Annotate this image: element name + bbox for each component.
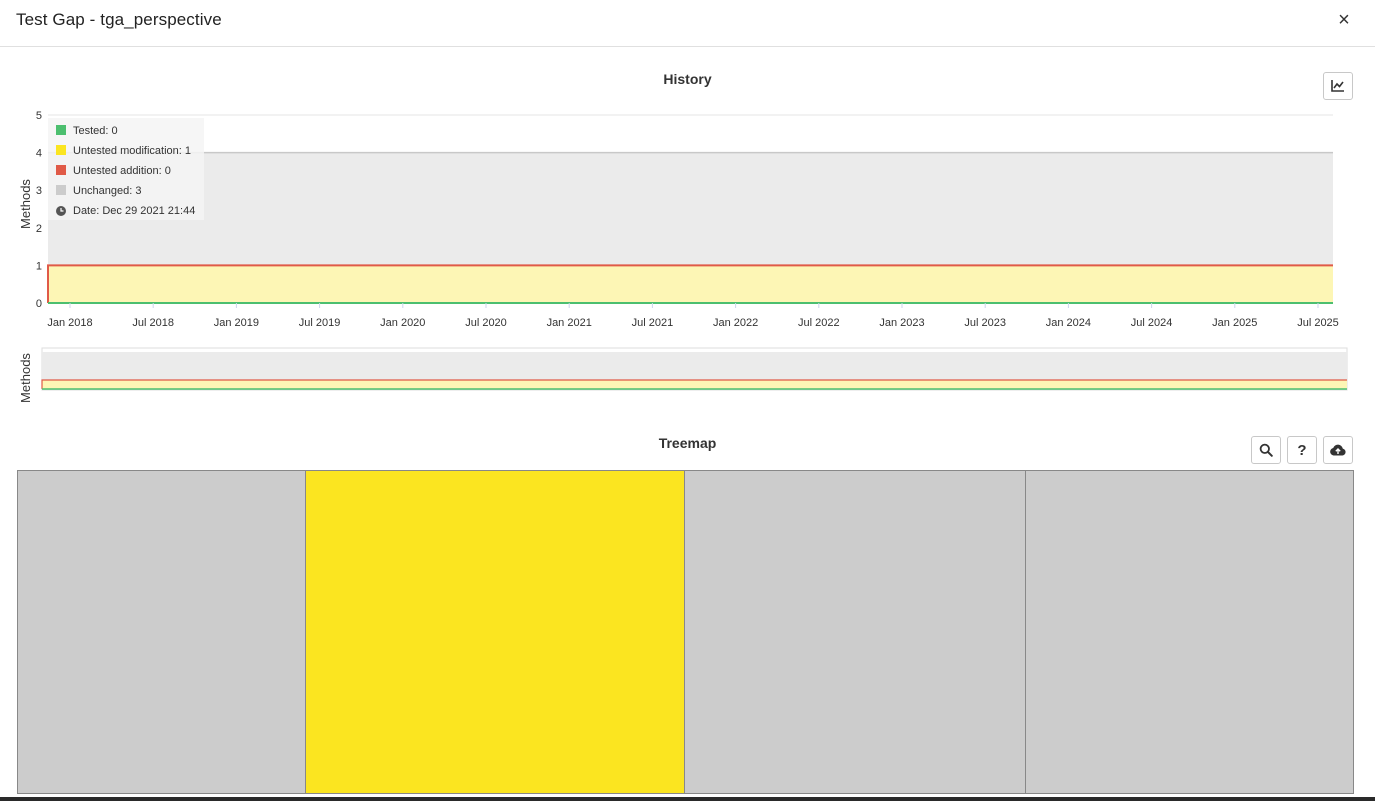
x-tick-label: Jan 2021 xyxy=(547,317,592,329)
y-tick-label: 3 xyxy=(36,185,42,197)
navigator-y-axis-label: Methods xyxy=(18,353,33,403)
series-area-untested-modification xyxy=(48,265,1333,303)
history-title: History xyxy=(663,71,712,87)
x-tick-label: Jul 2020 xyxy=(465,317,507,329)
y-tick-label: 4 xyxy=(36,148,42,160)
search-button[interactable] xyxy=(1251,436,1281,464)
x-tick-label: Jul 2022 xyxy=(798,317,840,329)
tooltip-row: Unchanged: 3 xyxy=(73,185,142,197)
help-button[interactable]: ? xyxy=(1287,436,1317,464)
y-tick-label: 0 xyxy=(36,298,42,310)
close-button[interactable]: × xyxy=(1333,9,1355,31)
legend-swatch xyxy=(56,165,66,175)
x-tick-label: Jan 2024 xyxy=(1046,317,1091,329)
x-tick-label: Jul 2018 xyxy=(132,317,174,329)
navigator[interactable] xyxy=(41,347,1348,391)
x-tick-label: Jul 2019 xyxy=(299,317,341,329)
chart-type-button[interactable] xyxy=(1323,72,1353,100)
series-area-unchanged xyxy=(48,152,1333,266)
y-tick-label: 1 xyxy=(36,260,42,272)
dialog-header: Test Gap - tga_perspective × xyxy=(0,0,1375,47)
navigator-area-unchanged xyxy=(42,352,1347,380)
tooltip-row: Untested modification: 1 xyxy=(73,145,191,157)
search-icon xyxy=(1259,443,1273,457)
x-tick-label: Jan 2025 xyxy=(1212,317,1257,329)
treemap-cell-untested-modification[interactable] xyxy=(305,471,686,793)
x-tick-label: Jan 2018 xyxy=(47,317,92,329)
chart-tooltip: Tested: 0 Untested modification: 1 Unteste… xyxy=(48,118,204,220)
y-axis-label: Methods xyxy=(18,179,33,229)
x-tick-label: Jul 2025 xyxy=(1297,317,1339,329)
dialog-title: Test Gap - tga_perspective xyxy=(16,10,222,29)
y-tick-label: 5 xyxy=(36,110,42,122)
cloud-upload-icon xyxy=(1330,444,1346,456)
line-chart-icon xyxy=(1331,80,1344,92)
x-tick-label: Jan 2019 xyxy=(214,317,259,329)
navigator-area-untested-modification xyxy=(42,380,1347,389)
x-tick-label: Jul 2021 xyxy=(632,317,674,329)
help-icon: ? xyxy=(1297,441,1307,459)
treemap-cell-unchanged[interactable] xyxy=(18,471,306,793)
tooltip-date: Date: Dec 29 2021 21:44 xyxy=(73,205,195,217)
x-tick-label: Jan 2023 xyxy=(879,317,924,329)
treemap[interactable] xyxy=(17,470,1354,794)
legend-swatch xyxy=(56,125,66,135)
treemap-title: Treemap xyxy=(658,435,717,451)
tooltip-row: Tested: 0 xyxy=(73,125,118,137)
history-chart[interactable]: 0 1 2 3 4 5 Jan 2018 Jul 2018 Jan 2019 Jul 2019 J… xyxy=(0,100,1375,410)
x-tick-label: Jul 2023 xyxy=(964,317,1006,329)
legend-swatch xyxy=(56,145,66,155)
upload-button[interactable] xyxy=(1323,436,1353,464)
treemap-cell-unchanged[interactable] xyxy=(685,471,1027,793)
y-tick-label: 2 xyxy=(36,223,42,235)
bottom-border xyxy=(0,797,1375,801)
x-tick-label: Jul 2024 xyxy=(1131,317,1173,329)
legend-swatch xyxy=(56,185,66,195)
clock-icon xyxy=(56,206,66,216)
treemap-cell-unchanged[interactable] xyxy=(1026,471,1353,793)
tooltip-row: Untested addition: 0 xyxy=(73,165,171,177)
x-tick-label: Jan 2020 xyxy=(380,317,425,329)
x-tick-label: Jan 2022 xyxy=(713,317,758,329)
